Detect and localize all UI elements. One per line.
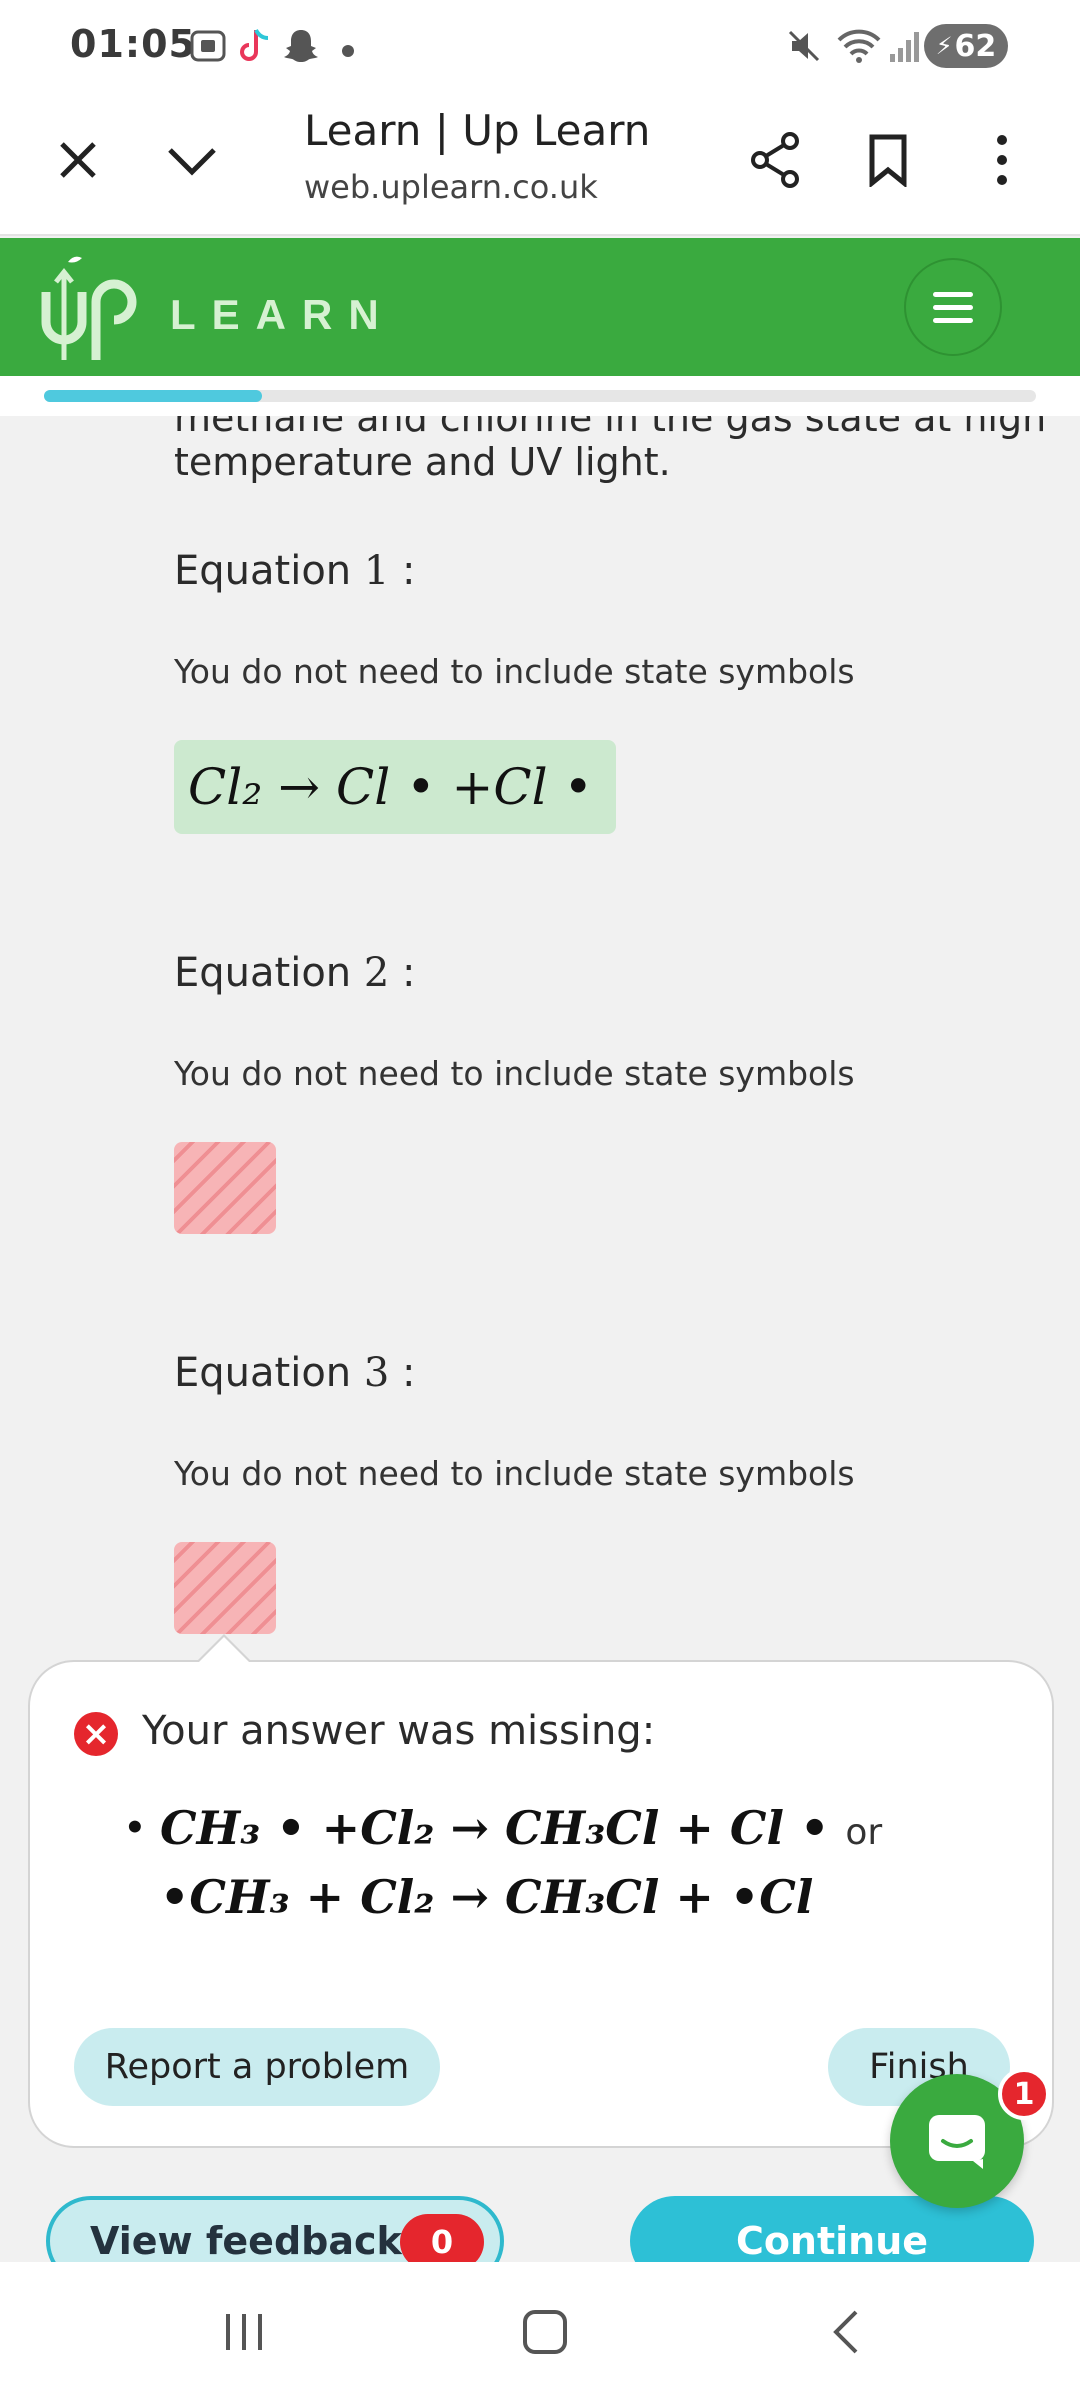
progress-track	[44, 390, 1036, 402]
feedback-popup: × Your answer was missing: • CH₃ • +Cl₂ …	[28, 1660, 1054, 2148]
page-url[interactable]: web.uplearn.co.uk	[304, 168, 598, 206]
up-learn-logo[interactable]: LEARN	[38, 252, 395, 362]
error-icon: ×	[74, 1712, 118, 1756]
app-header: LEARN	[0, 238, 1080, 376]
progress-fill	[44, 390, 263, 402]
snapchat-icon	[282, 26, 320, 70]
share-icon[interactable]	[740, 124, 812, 196]
menu-line	[933, 291, 973, 297]
logo-word: LEARN	[170, 291, 395, 338]
equation-3-hint: You do not need to include state symbols	[174, 1454, 855, 1493]
page-title: Learn | Up Learn	[304, 106, 651, 155]
equation-3-answer-missing[interactable]	[174, 1542, 276, 1634]
equation-label: Equation	[174, 548, 352, 594]
chat-notification-badge: 1	[998, 2068, 1050, 2120]
more-vert-icon[interactable]	[966, 124, 1038, 196]
menu-line	[933, 304, 973, 310]
intro-text-clipped: methane and chlorine in the gas state at…	[174, 416, 1047, 440]
missing-answer-list: • CH₃ • +Cl₂ → CH₃Cl + Cl • or •CH₃ + Cl…	[124, 1796, 882, 1929]
menu-line	[933, 317, 973, 323]
dot-icon	[342, 42, 354, 61]
mute-icon	[784, 26, 824, 70]
close-icon[interactable]	[42, 124, 114, 196]
battery-level: 62	[954, 28, 997, 64]
equation-colon: :	[402, 548, 416, 594]
missing-equation-1: CH₃ • +Cl₂ → CH₃Cl + Cl •	[160, 1801, 830, 1855]
equation-1-title: Equation 1 :	[174, 548, 416, 594]
equation-number: 1	[363, 548, 390, 594]
screenshot-icon	[188, 26, 228, 70]
home-icon[interactable]	[505, 2302, 585, 2362]
chat-icon	[929, 2115, 985, 2169]
equation-number: 2	[363, 950, 390, 996]
wifi-icon	[836, 26, 882, 70]
report-problem-button[interactable]: Report a problem	[74, 2028, 440, 2106]
status-time: 01:05	[70, 22, 196, 66]
back-icon[interactable]	[806, 2302, 886, 2362]
browser-toolbar: Learn | Up Learn web.uplearn.co.uk	[0, 96, 1080, 236]
signal-icon	[888, 26, 920, 70]
or-text: or	[845, 1812, 883, 1853]
equation-2-title: Equation 2 :	[174, 950, 416, 996]
equation-number: 3	[363, 1350, 390, 1396]
equation-3-title: Equation 3 :	[174, 1350, 416, 1396]
equation-colon: :	[402, 950, 416, 996]
equation-2-hint: You do not need to include state symbols	[174, 1054, 855, 1093]
up-logo-mark	[41, 256, 137, 360]
popup-pointer-fill	[198, 1637, 250, 1663]
equation-label: Equation	[174, 950, 352, 996]
bullet-icon: •	[124, 1808, 146, 1848]
intro-text: temperature and UV light.	[174, 440, 671, 484]
missing-answer-line-1: CH₃ • +Cl₂ → CH₃Cl + Cl • or	[160, 1796, 882, 1865]
equation-2-answer-missing[interactable]	[174, 1142, 276, 1234]
equation-1-answer-correct[interactable]: Cl₂ → Cl • +Cl •	[174, 740, 616, 834]
equation-colon: :	[402, 1350, 416, 1396]
missing-answer-line-2: •CH₃ + Cl₂ → CH₃Cl + •Cl	[160, 1870, 814, 1924]
battery-charging-icon: ⚡ 62	[924, 24, 1008, 68]
view-feedback-label: View feedback	[90, 2219, 402, 2263]
lesson-progress	[0, 376, 1080, 416]
hamburger-menu-button[interactable]	[904, 258, 1002, 356]
system-nav-bar	[0, 2262, 1080, 2400]
missing-title: Your answer was missing:	[142, 1708, 656, 1754]
equation-label: Equation	[174, 1350, 352, 1396]
chevron-down-icon[interactable]	[156, 124, 228, 196]
bookmark-icon[interactable]	[852, 124, 924, 196]
equation-1-hint: You do not need to include state symbols	[174, 652, 855, 691]
recent-apps-icon[interactable]	[204, 2302, 284, 2362]
status-bar: 01:05 ⚡ 62	[0, 0, 1080, 96]
tiktok-icon	[236, 26, 272, 70]
